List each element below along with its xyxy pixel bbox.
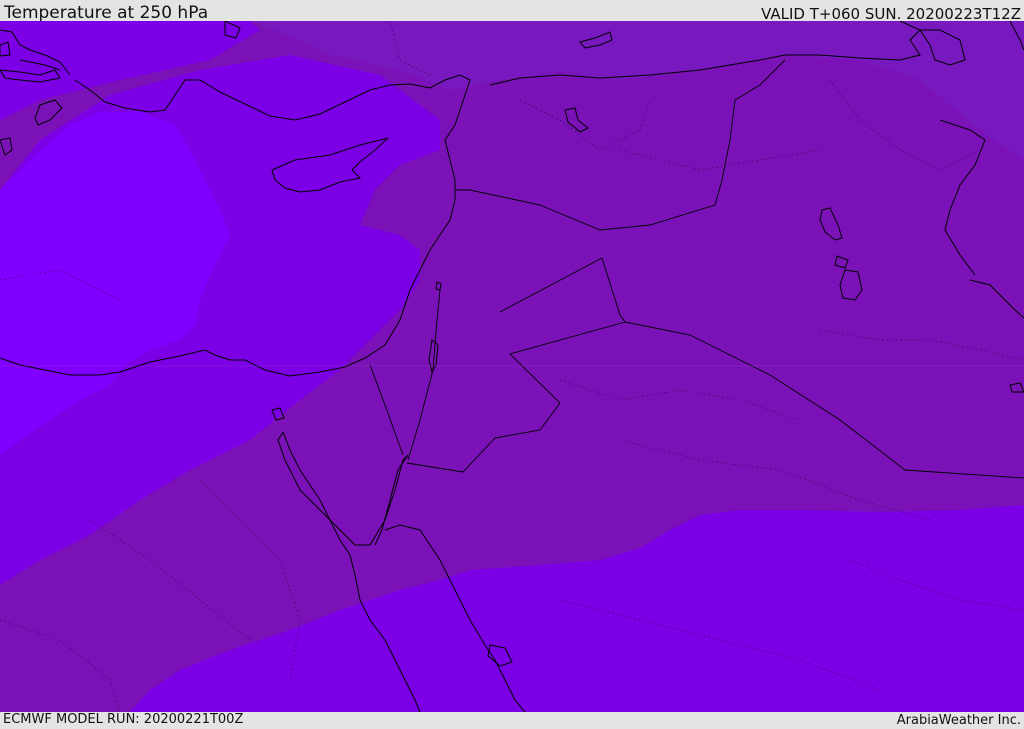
temperature-map: [0, 21, 1024, 712]
credit-label: ArabiaWeather Inc.: [896, 713, 1021, 728]
map-figure: Temperature at 250 hPa VALID T+060 SUN. …: [0, 0, 1024, 729]
map-title: Temperature at 250 hPa: [4, 3, 209, 23]
footer-bar: ECMWF MODEL RUN: 20200221T00Z ArabiaWeat…: [0, 712, 1024, 729]
model-run-label: ECMWF MODEL RUN: 20200221T00Z: [3, 712, 244, 727]
header-bar: Temperature at 250 hPa VALID T+060 SUN. …: [0, 0, 1024, 23]
